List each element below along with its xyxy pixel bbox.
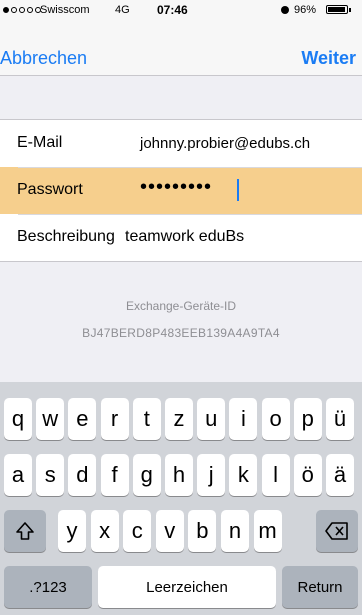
key-f[interactable]: f: [100, 454, 129, 496]
clock: 07:46: [157, 3, 188, 17]
return-key[interactable]: Return: [282, 566, 358, 608]
network-type: 4G: [115, 4, 130, 16]
key-v[interactable]: v: [155, 510, 184, 552]
key-ä[interactable]: ä: [326, 454, 354, 496]
backspace-icon: [325, 522, 349, 540]
key-r[interactable]: r: [100, 398, 129, 440]
keyboard: qwertzuiopü asdfghjklöä yxcvbnm .?123 Le…: [0, 382, 362, 615]
description-row[interactable]: Beschreibung teamwork eduBs: [0, 214, 362, 261]
numbers-key[interactable]: .?123: [4, 566, 92, 608]
key-s[interactable]: s: [36, 454, 65, 496]
key-i[interactable]: i: [229, 398, 258, 440]
key-ü[interactable]: ü: [326, 398, 354, 440]
key-d[interactable]: d: [68, 454, 97, 496]
alarm-icon: [281, 6, 289, 14]
key-z[interactable]: z: [165, 398, 193, 440]
key-t[interactable]: t: [132, 398, 161, 440]
key-ö[interactable]: ö: [293, 454, 322, 496]
navigation-bar: Abbrechen Weiter: [0, 20, 362, 76]
shift-key[interactable]: [4, 510, 46, 552]
delete-key[interactable]: [316, 510, 358, 552]
key-l[interactable]: l: [261, 454, 290, 496]
space-key[interactable]: Leerzeichen: [98, 566, 276, 608]
key-w[interactable]: w: [36, 398, 65, 440]
key-p[interactable]: p: [293, 398, 322, 440]
signal-strength-icon: [3, 7, 41, 13]
account-form: E-Mail johnny.probier@edubs.ch Passwort …: [0, 119, 362, 262]
description-field[interactable]: teamwork eduBs: [125, 228, 244, 246]
carrier-name: Swisscom: [40, 4, 90, 16]
device-id-label: Exchange-Geräte-ID: [125, 299, 237, 313]
password-row[interactable]: Passwort •••••••••: [0, 167, 362, 214]
key-a[interactable]: a: [4, 454, 32, 496]
email-label: E-Mail: [17, 134, 63, 151]
email-field[interactable]: johnny.probier@edubs.ch: [140, 135, 310, 152]
cancel-button[interactable]: Abbrechen: [0, 48, 87, 69]
shift-icon: [15, 521, 35, 541]
key-o[interactable]: o: [261, 398, 290, 440]
key-x[interactable]: x: [90, 510, 119, 552]
battery-percent: 96%: [294, 4, 317, 16]
text-cursor: [237, 179, 239, 201]
key-j[interactable]: j: [197, 454, 226, 496]
key-y[interactable]: y: [58, 510, 86, 552]
key-e[interactable]: e: [68, 398, 97, 440]
device-id-value: BJ47BERD8P483EEB139A4A9TA4: [82, 326, 280, 340]
key-k[interactable]: k: [229, 454, 258, 496]
key-h[interactable]: h: [165, 454, 193, 496]
battery-icon: [326, 5, 348, 14]
status-bar: Swisscom 4G 07:46 96%: [0, 0, 362, 20]
email-row[interactable]: E-Mail johnny.probier@edubs.ch: [0, 120, 362, 167]
description-label: Beschreibung: [17, 228, 115, 245]
key-b[interactable]: b: [188, 510, 217, 552]
key-u[interactable]: u: [197, 398, 226, 440]
key-g[interactable]: g: [132, 454, 161, 496]
password-field[interactable]: •••••••••: [140, 176, 212, 199]
key-q[interactable]: q: [4, 398, 32, 440]
key-n[interactable]: n: [221, 510, 249, 552]
password-label: Passwort: [17, 181, 83, 198]
key-m[interactable]: m: [253, 510, 282, 552]
next-button[interactable]: Weiter: [301, 48, 356, 69]
key-c[interactable]: c: [123, 510, 152, 552]
